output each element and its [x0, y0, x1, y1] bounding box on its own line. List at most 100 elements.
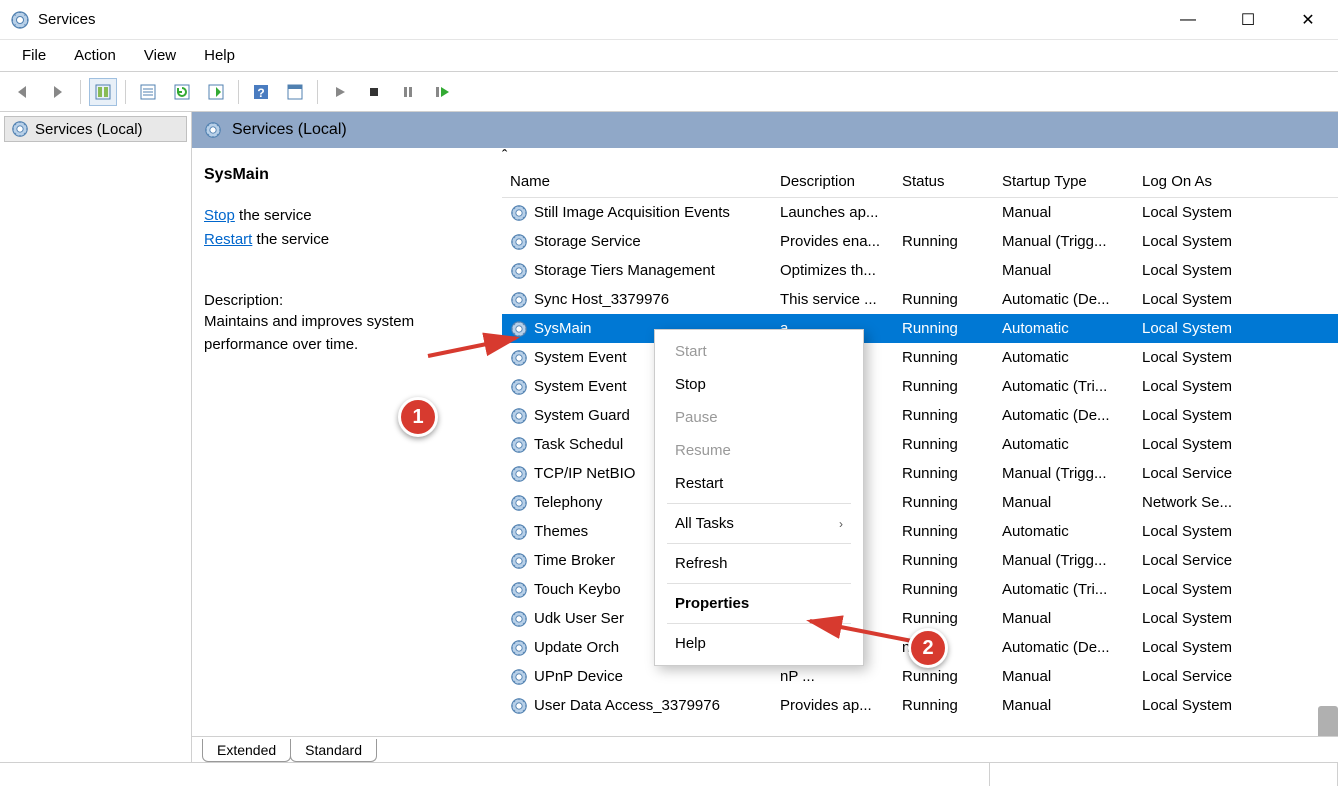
context-all-tasks[interactable]: All Tasks› [655, 507, 863, 540]
service-name-cell: Still Image Acquisition Events [534, 204, 730, 221]
service-row[interactable]: Time Brokeres ...RunningManual (Trigg...… [502, 546, 1338, 575]
toolbar-export-button[interactable] [202, 78, 230, 106]
service-row[interactable]: System Eventsy...RunningAutomaticLocal S… [502, 343, 1338, 372]
context-resume: Resume [655, 434, 863, 467]
tree-root-item[interactable]: Services (Local) [4, 116, 187, 142]
service-row[interactable]: Touch Keybos ...RunningAutomatic (Tri...… [502, 575, 1338, 604]
service-logon-cell: Local System [1134, 291, 1274, 308]
gear-icon [204, 121, 222, 139]
tree-root-label: Services (Local) [35, 121, 143, 138]
annotation-arrow-2 [800, 613, 920, 647]
service-startup-cell: Manual (Trigg... [994, 552, 1134, 569]
menu-view[interactable]: View [132, 43, 188, 68]
service-row[interactable]: System Guardan...RunningAutomatic (De...… [502, 401, 1338, 430]
column-logon-header[interactable]: Log On As [1134, 167, 1274, 196]
gear-icon [510, 581, 528, 599]
service-startup-cell: Automatic (De... [994, 407, 1134, 424]
service-startup-cell: Automatic [994, 523, 1134, 540]
context-pause: Pause [655, 401, 863, 434]
service-startup-cell: Manual [994, 204, 1134, 221]
service-name-cell: Themes [534, 523, 588, 540]
service-startup-cell: Automatic [994, 436, 1134, 453]
menu-help[interactable]: Help [192, 43, 247, 68]
service-logon-cell: Local System [1134, 610, 1274, 627]
tab-standard[interactable]: Standard [290, 739, 377, 762]
gear-icon [510, 407, 528, 425]
annotation-arrow-1 [420, 332, 530, 362]
service-status-cell: Running [894, 494, 994, 511]
service-name-cell: System Event [534, 378, 627, 395]
service-row[interactable]: Telephonyel...RunningManualNetwork Se... [502, 488, 1338, 517]
column-status-header[interactable]: Status [894, 167, 994, 196]
toolbar-start-button[interactable] [326, 78, 354, 106]
chevron-right-icon: › [839, 517, 843, 531]
context-refresh[interactable]: Refresh [655, 547, 863, 580]
toolbar-pause-button[interactable] [394, 78, 422, 106]
column-startup-header[interactable]: Startup Type [994, 167, 1134, 196]
service-row[interactable]: Storage Tiers ManagementOptimizes th...M… [502, 256, 1338, 285]
gear-icon [510, 204, 528, 222]
column-description-header[interactable]: Description [772, 167, 894, 196]
context-restart[interactable]: Restart [655, 467, 863, 500]
toolbar-refresh-button[interactable] [168, 78, 196, 106]
service-logon-cell: Local System [1134, 697, 1274, 714]
service-desc-cell: Optimizes th... [772, 262, 894, 279]
back-button[interactable] [10, 78, 38, 106]
service-name-cell: Telephony [534, 494, 602, 511]
maximize-button[interactable]: ☐ [1218, 0, 1278, 39]
description-label: Description: [204, 292, 490, 309]
service-name-cell: Udk User Ser [534, 610, 624, 627]
gear-icon [510, 378, 528, 396]
menu-file[interactable]: File [10, 43, 58, 68]
service-row[interactable]: System Eventes ...RunningAutomatic (Tri.… [502, 372, 1338, 401]
service-row[interactable]: Storage ServiceProvides ena...RunningMan… [502, 227, 1338, 256]
column-name-header[interactable]: Name [502, 167, 772, 196]
service-row[interactable]: Task Schedulus...RunningAutomaticLocal S… [502, 430, 1338, 459]
service-row[interactable]: Themesse...RunningAutomaticLocal System [502, 517, 1338, 546]
service-status-cell: Running [894, 668, 994, 685]
service-startup-cell: Manual [994, 262, 1134, 279]
service-logon-cell: Network Se... [1134, 494, 1274, 511]
forward-button[interactable] [44, 78, 72, 106]
service-row[interactable]: Sync Host_3379976This service ...Running… [502, 285, 1338, 314]
sort-indicator-icon: ˆ [502, 148, 1338, 166]
service-logon-cell: Local System [1134, 233, 1274, 250]
service-name-cell: User Data Access_3379976 [534, 697, 720, 714]
toolbar-options-button[interactable] [281, 78, 309, 106]
service-startup-cell: Automatic (Tri... [994, 581, 1134, 598]
toolbar-detail-button[interactable] [89, 78, 117, 106]
minimize-button[interactable]: — [1158, 0, 1218, 39]
stop-service-link[interactable]: Stop [204, 207, 235, 224]
service-status-cell: Running [894, 523, 994, 540]
service-logon-cell: Local System [1134, 523, 1274, 540]
gear-icon [510, 610, 528, 628]
gear-icon [510, 465, 528, 483]
gear-icon [510, 436, 528, 454]
annotation-marker-1: 1 [398, 397, 438, 437]
service-name-cell: SysMain [534, 320, 592, 337]
gear-icon [510, 639, 528, 657]
restart-service-link[interactable]: Restart [204, 231, 252, 248]
service-status-cell: Running [894, 436, 994, 453]
service-name-cell: Update Orch [534, 639, 619, 656]
service-startup-cell: Manual [994, 668, 1134, 685]
toolbar-properties-button[interactable] [134, 78, 162, 106]
pane-header: Services (Local) [192, 112, 1338, 148]
service-logon-cell: Local Service [1134, 668, 1274, 685]
toolbar-stop-button[interactable] [360, 78, 388, 106]
context-stop[interactable]: Stop [655, 368, 863, 401]
tab-extended[interactable]: Extended [202, 739, 291, 762]
service-row[interactable]: User Data Access_3379976Provides ap...Ru… [502, 691, 1338, 720]
service-startup-cell: Automatic (De... [994, 639, 1134, 656]
toolbar-help-button[interactable]: ? [247, 78, 275, 106]
service-row[interactable]: Still Image Acquisition EventsLaunches a… [502, 198, 1338, 227]
service-row[interactable]: TCP/IP NetBIOup...RunningManual (Trigg..… [502, 459, 1338, 488]
service-status-cell: Running [894, 465, 994, 482]
scrollbar-thumb[interactable] [1318, 706, 1338, 736]
service-row[interactable]: SysMaina...RunningAutomaticLocal System [502, 314, 1338, 343]
service-status-cell: Running [894, 291, 994, 308]
gear-icon [510, 523, 528, 541]
close-button[interactable]: ✕ [1278, 0, 1338, 39]
menu-action[interactable]: Action [62, 43, 128, 68]
toolbar-restart-button[interactable] [428, 78, 456, 106]
